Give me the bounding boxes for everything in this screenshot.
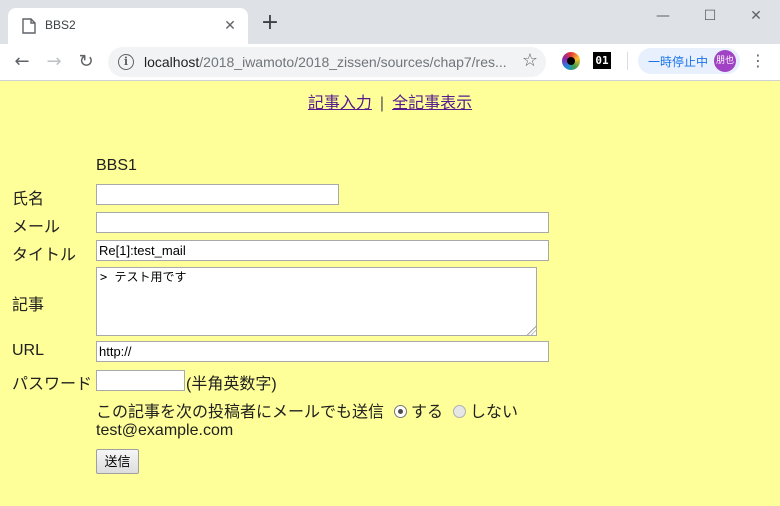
password-field[interactable] — [96, 370, 185, 391]
title-label: タイトル — [12, 247, 77, 264]
mail-label: メール — [12, 219, 61, 236]
body-textarea[interactable]: > テスト用です — [96, 267, 537, 336]
url-label: URL — [12, 342, 45, 359]
password-label: パスワード — [12, 376, 93, 393]
name-field[interactable] — [96, 184, 339, 205]
reload-icon[interactable]: ↻ — [74, 50, 98, 74]
bbs-title: BBS1 — [96, 157, 137, 174]
new-tab-button[interactable]: + — [260, 12, 280, 34]
name-label: 氏名 — [12, 191, 45, 208]
radio-yes-label[interactable]: する — [411, 404, 443, 421]
page-content: 記事入力|全記事表示 BBS1 氏名 メール タイトル 記事 > テスト用です … — [0, 81, 780, 506]
browser-tab[interactable]: BBS2 ✕ — [8, 8, 248, 44]
extension-badge-icon[interactable]: 01 — [593, 52, 611, 69]
nav-separator: | — [379, 95, 385, 112]
sync-paused-button[interactable]: 一時停止中 朋也 — [638, 48, 740, 74]
password-note: (半角英数字) — [186, 376, 277, 393]
info-icon[interactable]: i — [118, 54, 134, 70]
body-label: 記事 — [12, 297, 45, 314]
recipient-email: test@example.com — [96, 422, 234, 439]
minimize-button[interactable]: — — [652, 6, 674, 26]
maximize-button[interactable]: ☐ — [699, 6, 721, 26]
mail-field[interactable] — [96, 212, 549, 233]
back-arrow-icon[interactable]: ← — [10, 50, 34, 74]
color-extension-icon[interactable] — [562, 52, 580, 70]
submit-button[interactable]: 送信 — [96, 449, 139, 474]
kebab-menu-icon[interactable]: ⋮ — [750, 50, 766, 72]
url-text[interactable]: localhost/2018_iwamoto/2018_zissen/sourc… — [144, 54, 507, 70]
address-bar[interactable]: i localhost/2018_iwamoto/2018_zissen/sou… — [108, 47, 546, 77]
radio-no-label[interactable]: しない — [470, 404, 518, 421]
post-entry-link[interactable]: 記事入力 — [308, 95, 372, 112]
mail-question: この記事を次の投稿者にメールでも送信 — [96, 404, 385, 421]
url-field[interactable] — [96, 341, 549, 362]
title-field[interactable] — [96, 240, 549, 261]
tab-close-icon[interactable]: ✕ — [222, 18, 238, 34]
toolbar-divider — [627, 52, 628, 70]
tab-title: BBS2 — [45, 18, 76, 32]
window-close-button[interactable]: ✕ — [745, 6, 767, 26]
bookmark-star-icon[interactable]: ☆ — [522, 50, 538, 71]
mail-option-row: この記事を次の投稿者にメールでも送信 する しない — [96, 398, 518, 422]
radio-no[interactable] — [453, 405, 467, 418]
top-nav: 記事入力 | 全記事表示 — [0, 89, 780, 113]
paused-label: 一時停止中 — [648, 55, 709, 69]
page-icon — [22, 18, 36, 34]
url-host: localhost — [144, 54, 200, 70]
url-path: /2018_iwamoto/2018_zissen/sources/chap7/… — [199, 54, 507, 70]
resize-grip-icon[interactable] — [527, 326, 536, 335]
forward-arrow-icon[interactable]: → — [42, 50, 66, 74]
avatar: 朋也 — [714, 50, 736, 72]
radio-yes[interactable] — [394, 405, 408, 418]
tab-strip: BBS2 ✕ + — ☐ ✕ — [0, 0, 780, 44]
all-posts-link[interactable]: 全記事表示 — [392, 95, 472, 112]
